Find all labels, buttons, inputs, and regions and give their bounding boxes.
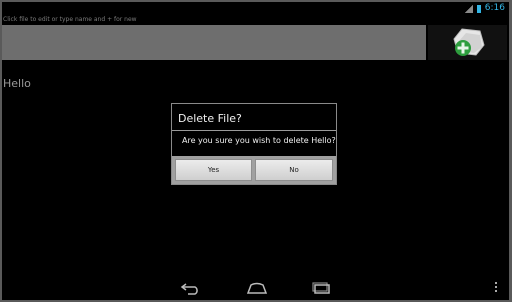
dialog-button-row: Yes No — [172, 156, 336, 184]
add-file-button[interactable] — [428, 25, 507, 60]
navigation-bar — [2, 278, 509, 300]
recent-apps-icon[interactable] — [310, 281, 332, 295]
overflow-menu-icon[interactable] — [495, 282, 498, 294]
status-bar: 6:16 — [2, 2, 509, 15]
no-button[interactable]: No — [255, 159, 333, 181]
add-file-icon — [453, 28, 485, 56]
back-icon[interactable] — [180, 281, 202, 295]
home-icon[interactable] — [246, 281, 268, 295]
dialog-divider — [172, 130, 336, 131]
filename-input[interactable] — [2, 25, 426, 60]
dialog-title: Delete File? — [178, 112, 242, 125]
yes-button[interactable]: Yes — [175, 159, 252, 181]
dialog-message: Are you sure you wish to delete Hello? — [182, 136, 336, 145]
file-list-item[interactable]: Hello — [3, 77, 31, 90]
signal-icon — [464, 4, 473, 13]
status-clock: 6:16 — [484, 3, 505, 13]
battery-icon — [476, 4, 481, 13]
delete-confirm-dialog: Delete File? Are you sure you wish to de… — [171, 103, 337, 185]
instruction-hint: Click file to edit or type name and + fo… — [3, 16, 137, 23]
